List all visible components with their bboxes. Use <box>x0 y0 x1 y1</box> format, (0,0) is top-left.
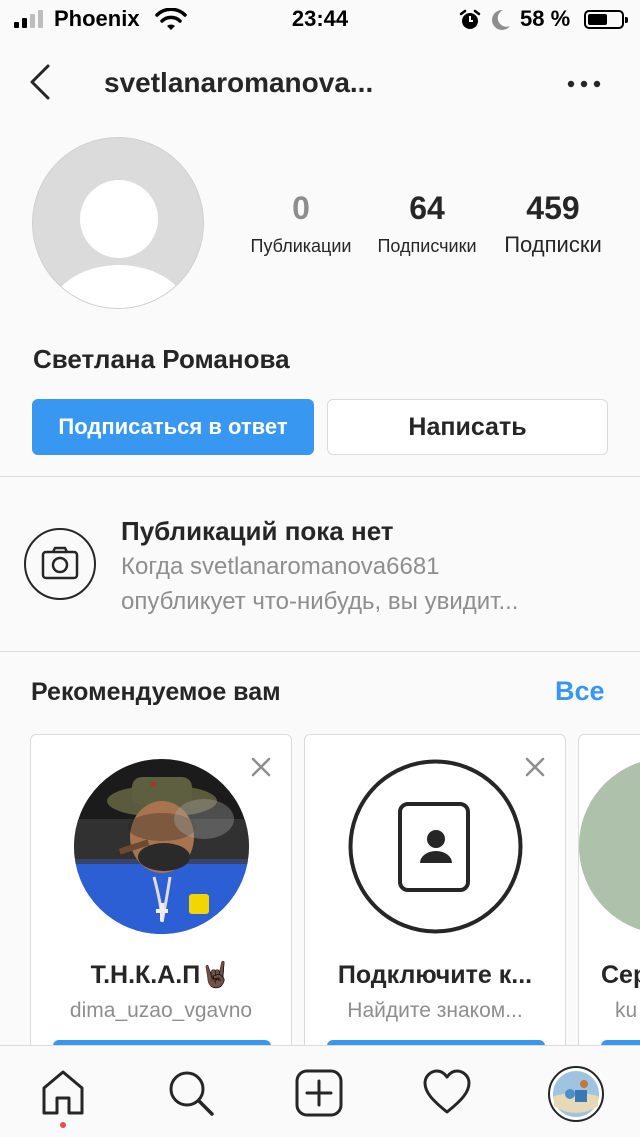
close-icon[interactable] <box>249 755 273 779</box>
following-count-value: 459 <box>526 190 580 226</box>
message-button[interactable]: Написать <box>327 399 608 455</box>
add-post-icon[interactable] <box>294 1068 344 1118</box>
profile-full-name: Светлана Романова <box>33 344 290 374</box>
posts-count-value: 0 <box>292 190 310 226</box>
suggestion-avatar[interactable] <box>74 759 249 934</box>
profile-avatar[interactable] <box>548 1066 604 1122</box>
divider <box>0 476 640 477</box>
suggestion-name[interactable]: Сер <box>601 961 640 990</box>
profile-avatar[interactable] <box>32 137 204 309</box>
no-posts-title: Публикаций пока нет <box>121 516 394 546</box>
following-count-label: Подписки <box>504 232 602 257</box>
moon-icon <box>492 9 510 30</box>
back-arrow-icon[interactable] <box>22 60 62 104</box>
battery-percent: 58 % <box>520 6 571 31</box>
alarm-icon <box>459 9 481 29</box>
contacts-icon[interactable] <box>348 759 523 934</box>
posts-count-label: Публикации <box>250 236 352 256</box>
home-icon[interactable] <box>38 1068 88 1118</box>
suggestion-card[interactable]: Подключите к... Найдите знаком... <box>304 734 566 1064</box>
suggestion-avatar[interactable] <box>579 735 640 935</box>
notification-dot <box>60 1122 66 1128</box>
suggestion-username: dima_uzao_vgavno <box>69 999 253 1022</box>
followers-count-value: 64 <box>409 190 445 226</box>
battery-icon <box>584 10 628 29</box>
no-posts-icon-circle <box>24 528 96 600</box>
close-icon[interactable] <box>523 755 547 779</box>
search-icon[interactable] <box>166 1068 216 1118</box>
status-bar: Phoenix 23:44 58 % <box>0 0 640 40</box>
bottom-navigation <box>0 1045 640 1137</box>
followers-count[interactable]: 64 Подписчики <box>368 188 486 257</box>
divider <box>0 651 640 652</box>
no-posts-text: Когда svetlanaromanova6681 опубликует чт… <box>121 549 621 619</box>
no-posts-line: Когда svetlanaromanova6681 <box>121 553 440 580</box>
suggestion-username: ku <box>615 999 638 1022</box>
more-options-icon[interactable] <box>565 72 605 96</box>
posts-count[interactable]: 0 Публикации <box>241 188 361 257</box>
suggestion-name[interactable]: Т.Н.К.А.П🤘🏿 <box>31 961 291 990</box>
see-all-link[interactable]: Все <box>555 676 605 707</box>
header-username: svetlanaromanova... <box>104 67 374 98</box>
suggestion-card[interactable]: Т.Н.К.А.П🤘🏿 dima_uzao_vgavno <box>30 734 292 1064</box>
no-posts-line: опубликует что-нибудь, вы увидит... <box>121 588 519 615</box>
suggested-title: Рекомендуемое вам <box>31 678 281 706</box>
following-count[interactable]: 459 Подписки <box>493 188 613 258</box>
follow-back-button[interactable]: Подписаться в ответ <box>32 399 314 455</box>
suggestion-name[interactable]: Подключите к... <box>305 961 565 990</box>
followers-count-label: Подписчики <box>377 236 477 256</box>
suggestion-subtitle: Найдите знаком... <box>347 999 523 1022</box>
camera-icon <box>41 546 79 580</box>
suggestion-card[interactable]: Сер ku <box>578 734 640 1064</box>
heart-icon[interactable] <box>422 1068 472 1118</box>
